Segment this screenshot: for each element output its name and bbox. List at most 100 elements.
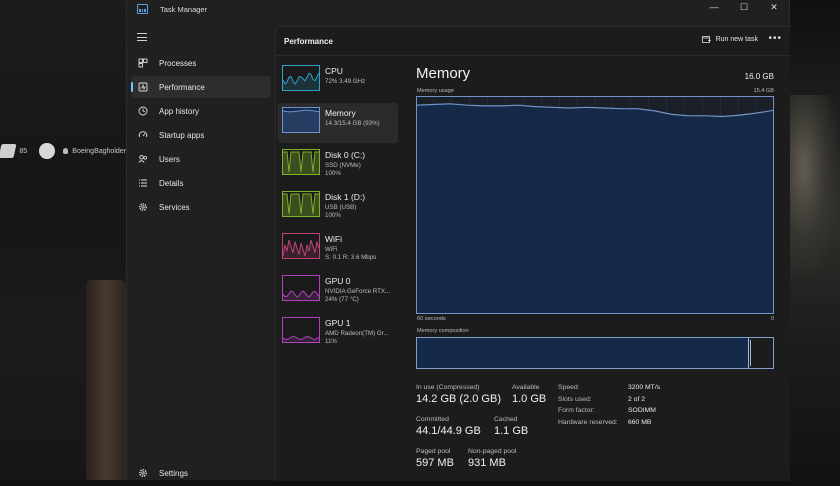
details-list-icon: [138, 178, 148, 188]
sidebar-nav: Processes Performance App history Startu…: [127, 52, 275, 220]
device-item[interactable]: Disk 0 (C:) SSD (NVMe)100%: [278, 145, 398, 185]
sidebar-item-label: Details: [159, 179, 183, 188]
memory-usage-label: Memory usage: [417, 88, 454, 94]
stat-available: Available 1.0 GB: [512, 384, 546, 405]
spec-value: 660 MB: [628, 419, 651, 431]
sidebar-item-details[interactable]: Details: [131, 172, 271, 194]
sidebar-item-label: Services: [159, 203, 190, 212]
device-metric: S: 0.1 R: 3.6 Mbps: [325, 254, 376, 261]
device-item[interactable]: WiFiWiFiS: 0.1 R: 3.6 Mbps: [278, 229, 398, 269]
device-list: CPU72% 3.49 GHz Memory 14.3/15.4 GB (93%) D…: [278, 61, 398, 355]
device-item[interactable]: CPU72% 3.49 GHz: [278, 61, 398, 101]
total-memory: 16.0 GB: [745, 72, 774, 81]
memory-usage-chart: [416, 96, 774, 314]
spec-value: SODIMM: [628, 407, 656, 419]
sidebar: Processes Performance App history Startu…: [127, 26, 275, 480]
stat-in-use: In use (Compressed) 14.2 GB (2.0 GB): [416, 384, 501, 405]
close-button[interactable]: ✕: [759, 0, 789, 14]
detail-title: Memory: [416, 65, 470, 82]
device-thumbnail-graph: [282, 191, 320, 217]
device-thumbnail-graph: [282, 317, 320, 343]
run-task-icon: [702, 35, 711, 44]
stat-label: Available: [512, 384, 546, 391]
device-item[interactable]: Memory 14.3/15.4 GB (93%): [278, 103, 398, 143]
background-glow: [788, 95, 840, 275]
sidebar-item-settings[interactable]: Settings: [131, 462, 271, 484]
stat-label: Non-paged pool: [468, 448, 516, 455]
spec-key: Hardware reserved:: [558, 419, 628, 431]
settings-gear-icon: [138, 468, 148, 478]
window-title: Task Manager: [160, 5, 207, 14]
hud-player-name: BoeingBagholder: [72, 148, 126, 155]
run-new-task-button[interactable]: Run new task: [702, 35, 758, 44]
main-panel: Performance Run new task ••• CPU72% 3.49…: [275, 26, 790, 481]
window-controls: — ☐ ✕: [699, 0, 789, 14]
device-item[interactable]: GPU 1AMD Radeon(TM) Gr...11%: [278, 313, 398, 353]
task-manager-window: Task Manager — ☐ ✕ Processes Performance: [126, 0, 790, 480]
processes-grid-icon: [138, 58, 148, 68]
sidebar-item-processes[interactable]: Processes: [131, 52, 271, 74]
chart-time-left: 60 seconds: [417, 316, 446, 322]
stat-non-paged-pool: Non-paged pool 931 MB: [468, 448, 516, 469]
game-hud: 85 BoeingBagholder: [0, 140, 126, 162]
spec-row: Slots used:2 of 2: [558, 396, 660, 408]
minimize-button[interactable]: —: [699, 0, 729, 14]
spec-row: Speed:3200 MT/s: [558, 384, 660, 396]
performance-pulse-icon: [138, 82, 148, 92]
device-metric: 100%: [325, 212, 341, 219]
more-options-icon[interactable]: •••: [768, 33, 782, 44]
device-name: Disk 1 (D:): [325, 192, 365, 202]
device-thumbnail-graph: [282, 275, 320, 301]
device-metric: 100%: [325, 170, 341, 177]
run-new-task-label: Run new task: [716, 36, 758, 43]
device-subtitle: USB (USB): [325, 204, 356, 211]
device-subtitle: SSD (NVMe): [325, 162, 361, 169]
sidebar-item-label: Performance: [159, 83, 205, 92]
device-item[interactable]: GPU 0NVIDIA GeForce RTX...24% (77 °C): [278, 271, 398, 311]
device-name: GPU 1: [325, 318, 351, 328]
device-metric: 24% (77 °C): [325, 296, 359, 303]
stat-value: 931 MB: [468, 457, 516, 469]
stat-cached: Cached 1.1 GB: [494, 416, 528, 437]
device-name: GPU 0: [325, 276, 351, 286]
memory-composition-bar: [416, 337, 774, 369]
stat-label: Paged pool: [416, 448, 454, 455]
stat-value: 1.1 GB: [494, 425, 528, 437]
stat-label: Cached: [494, 416, 528, 423]
stat-value: 14.2 GB (2.0 GB): [416, 393, 501, 405]
sidebar-item-label: App history: [159, 107, 199, 116]
sidebar-item-users[interactable]: Users: [131, 148, 271, 170]
sidebar-item-app-history[interactable]: App history: [131, 100, 271, 122]
device-subtitle: 72% 3.49 GHz: [325, 78, 365, 85]
task-manager-icon: [137, 4, 148, 14]
game-logo-icon: [0, 144, 17, 158]
device-name: Memory: [325, 108, 356, 118]
device-thumbnail-graph: [282, 65, 320, 91]
spec-key: Slots used:: [558, 396, 628, 408]
background-pillar: [86, 280, 126, 480]
memory-usage-max: 15.4 GB: [753, 88, 774, 94]
device-name: Disk 0 (C:): [325, 150, 365, 160]
stat-paged-pool: Paged pool 597 MB: [416, 448, 454, 469]
device-item[interactable]: Disk 1 (D:) USB (USB)100%: [278, 187, 398, 227]
stat-value: 597 MB: [416, 457, 454, 469]
hamburger-menu-icon[interactable]: [137, 33, 147, 41]
stat-label: Committed: [416, 416, 481, 423]
device-subtitle: 14.3/15.4 GB (93%): [325, 120, 380, 127]
sidebar-item-label: Users: [159, 155, 180, 164]
history-clock-icon: [138, 106, 148, 116]
maximize-button[interactable]: ☐: [729, 0, 759, 14]
users-icon: [138, 154, 148, 164]
spec-value: 2 of 2: [628, 396, 645, 408]
sidebar-item-services[interactable]: Services: [131, 196, 271, 218]
services-gear-icon: [138, 202, 148, 212]
spec-key: Form factor:: [558, 407, 628, 419]
user-icon: [63, 148, 69, 154]
device-metric: 11%: [325, 338, 337, 345]
sidebar-item-performance[interactable]: Performance: [131, 76, 271, 98]
stat-value: 44.1/44.9 GB: [416, 425, 481, 437]
stat-committed: Committed 44.1/44.9 GB: [416, 416, 481, 437]
sidebar-item-label: Processes: [159, 59, 196, 68]
sidebar-item-startup-apps[interactable]: Startup apps: [131, 124, 271, 146]
memory-composition-label: Memory composition: [417, 328, 469, 334]
